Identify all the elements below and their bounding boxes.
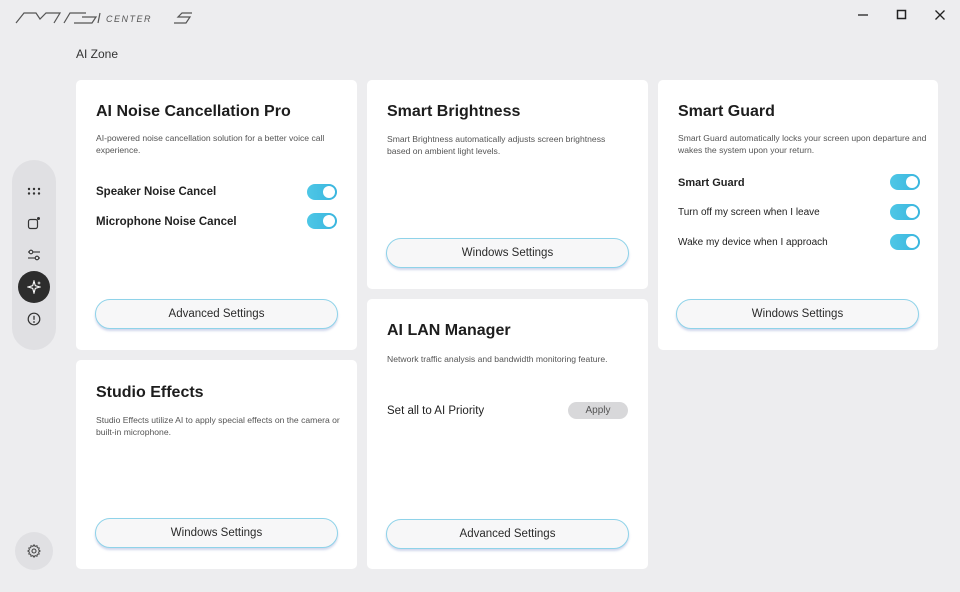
smart-guard-label: Smart Guard <box>678 177 745 189</box>
card-ai-lan-manager: AI LAN Manager Network traffic analysis … <box>367 299 648 569</box>
card-smart-guard: Smart Guard Smart Guard automatically lo… <box>658 80 938 350</box>
windows-settings-button[interactable]: Windows Settings <box>386 238 629 268</box>
card-ai-noise-cancellation: AI Noise Cancellation Pro AI-powered noi… <box>76 80 357 350</box>
sliders-icon <box>28 249 40 261</box>
microphone-noise-label: Microphone Noise Cancel <box>96 216 237 228</box>
grid-dots-icon <box>27 187 41 195</box>
close-icon <box>935 10 945 20</box>
maximize-button[interactable] <box>887 4 917 26</box>
maximize-icon <box>896 9 907 20</box>
advanced-settings-button[interactable]: Advanced Settings <box>386 519 629 549</box>
card-description: AI-powered noise cancellation solution f… <box>96 133 325 155</box>
nav-item-info[interactable] <box>18 303 50 335</box>
wake-device-label: Wake my device when I approach <box>678 237 828 248</box>
card-smart-brightness: Smart Brightness Smart Brightness automa… <box>367 80 648 289</box>
card-studio-effects: Studio Effects Studio Effects utilize AI… <box>76 360 357 569</box>
card-description: Smart Brightness automatically adjusts s… <box>387 134 606 156</box>
windows-settings-button[interactable]: Windows Settings <box>95 518 338 548</box>
nav-item-ai-zone[interactable] <box>18 271 50 303</box>
nav-item-tuning[interactable] <box>18 239 50 271</box>
title-bar: CENTER <box>0 0 960 34</box>
apply-button[interactable]: Apply <box>568 402 628 419</box>
card-title: AI LAN Manager <box>387 322 511 339</box>
info-icon <box>27 312 41 326</box>
card-description: Network traffic analysis and bandwidth m… <box>387 354 608 364</box>
card-title: Smart Brightness <box>387 103 521 120</box>
advanced-settings-button[interactable]: Advanced Settings <box>95 299 338 329</box>
card-title: Smart Guard <box>678 103 775 120</box>
card-title: Studio Effects <box>96 384 204 401</box>
msi-center-logo: CENTER <box>15 12 192 24</box>
ai-priority-label: Set all to AI Priority <box>387 405 485 417</box>
card-title: AI Noise Cancellation Pro <box>96 103 291 120</box>
settings-button[interactable] <box>15 532 53 570</box>
gear-icon <box>27 544 41 558</box>
sparkle-icon <box>27 280 41 294</box>
close-button[interactable] <box>925 4 955 26</box>
speaker-noise-label: Speaker Noise Cancel <box>96 186 217 198</box>
microphone-noise-toggle[interactable] <box>307 213 337 229</box>
device-icon <box>27 217 40 230</box>
wake-device-toggle[interactable] <box>890 234 920 250</box>
page-title: AI Zone <box>76 47 119 61</box>
smart-guard-toggle[interactable] <box>890 174 920 190</box>
turn-off-screen-toggle[interactable] <box>890 204 920 220</box>
svg-text:CENTER: CENTER <box>106 14 152 24</box>
minimize-button[interactable] <box>848 4 878 26</box>
speaker-noise-toggle[interactable] <box>307 184 337 200</box>
side-nav <box>12 160 56 350</box>
nav-item-dashboard[interactable] <box>18 175 50 207</box>
turn-off-screen-label: Turn off my screen when I leave <box>678 207 820 218</box>
card-description: Studio Effects utilize AI to apply speci… <box>96 415 340 437</box>
windows-settings-button[interactable]: Windows Settings <box>676 299 919 329</box>
nav-item-device[interactable] <box>18 207 50 239</box>
minimize-icon <box>858 14 868 16</box>
card-description: Smart Guard automatically locks your scr… <box>678 133 927 155</box>
